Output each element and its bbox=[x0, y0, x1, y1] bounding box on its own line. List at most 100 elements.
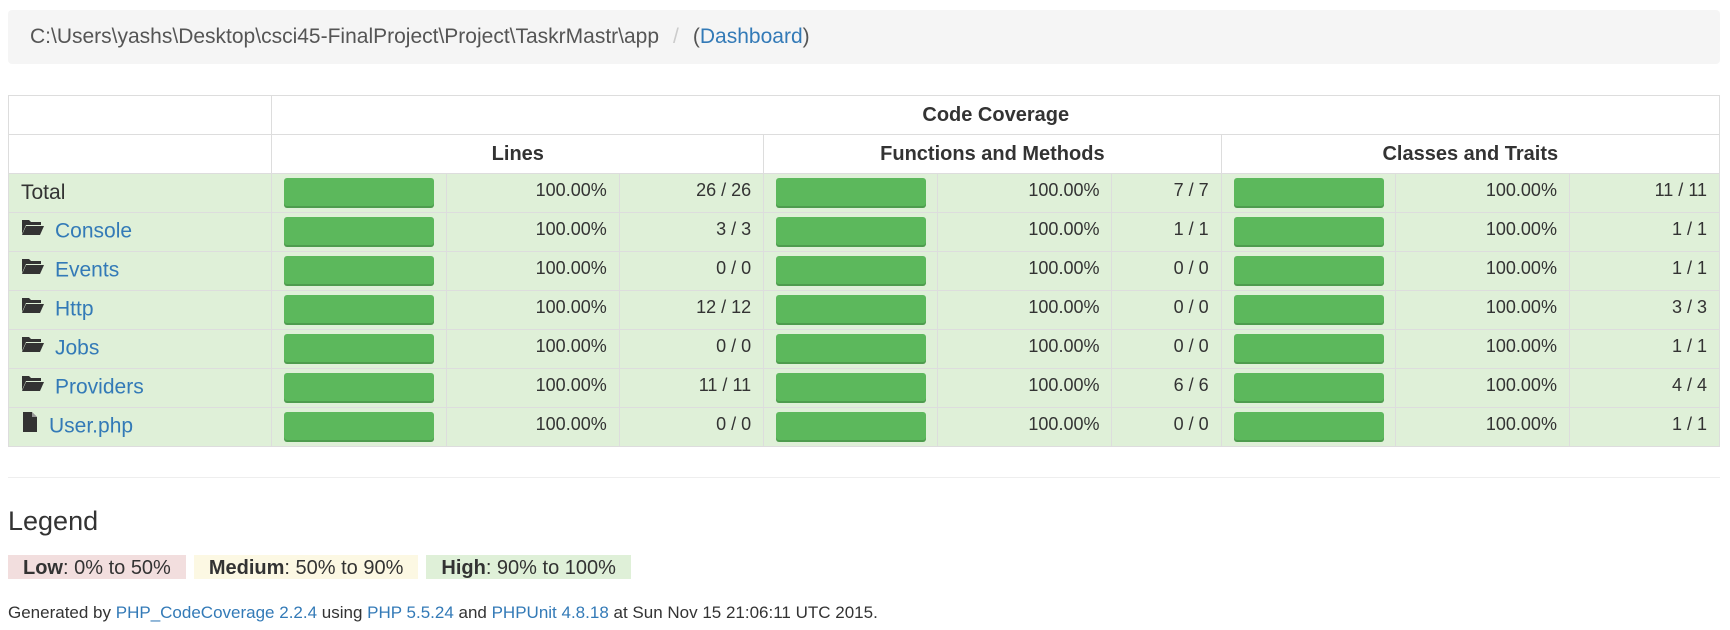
functions-percent-cell: 100.00% bbox=[937, 251, 1113, 291]
row-link[interactable]: Http bbox=[55, 298, 94, 321]
functions-progress-bar bbox=[776, 334, 927, 364]
functions-bar-cell bbox=[763, 290, 939, 330]
legend-high-label: High bbox=[441, 557, 486, 579]
header-empty-cell bbox=[7, 134, 273, 174]
classes-percent: 100.00% bbox=[1485, 374, 1557, 395]
functions-ratio: 0 / 0 bbox=[1173, 296, 1209, 317]
lines-percent: 100.00% bbox=[535, 179, 607, 200]
functions-progress-bar bbox=[776, 256, 927, 286]
lines-percent-cell: 100.00% bbox=[445, 407, 620, 447]
table-row: Total 100.00% 26 / 26 100.00% 7 / 7 100.00% 11… bbox=[7, 173, 1721, 213]
classes-ratio: 1 / 1 bbox=[1671, 257, 1707, 278]
functions-ratio-cell: 0 / 0 bbox=[1111, 251, 1222, 291]
classes-bar-cell bbox=[1220, 251, 1396, 291]
row-link[interactable]: User.php bbox=[49, 415, 133, 438]
coverage-table-body: Total 100.00% 26 / 26 100.00% 7 / 7 100.00% 11… bbox=[7, 173, 1721, 447]
lines-percent-cell: 100.00% bbox=[445, 173, 620, 213]
table-row: Jobs 100.00% 0 / 0 100.00% 0 / 0 100.00% 1 / 1 bbox=[7, 329, 1721, 369]
php-version-link[interactable]: PHP 5.5.24 bbox=[367, 603, 454, 622]
legend-medium: Medium: 50% to 90% bbox=[193, 555, 419, 579]
row-link[interactable]: Providers bbox=[55, 376, 144, 399]
legend-low: Low: 0% to 50% bbox=[8, 555, 186, 579]
breadcrumb: C:\Users\yashs\Desktop\csci45-FinalProje… bbox=[8, 10, 1720, 64]
classes-ratio-cell: 1 / 1 bbox=[1568, 251, 1721, 291]
folder-open-icon bbox=[21, 256, 45, 282]
functions-ratio-cell: 0 / 0 bbox=[1111, 407, 1222, 447]
lines-ratio-cell: 0 / 0 bbox=[618, 251, 765, 291]
lines-bar-cell bbox=[271, 173, 447, 213]
functions-progress-bar bbox=[776, 217, 927, 247]
lines-bar-cell bbox=[271, 329, 447, 369]
header-row-top: Code Coverage bbox=[7, 95, 1720, 135]
legend-low-label: Low bbox=[23, 557, 63, 579]
header-classes-traits: Classes and Traits bbox=[1220, 134, 1721, 174]
lines-percent-cell: 100.00% bbox=[445, 212, 620, 252]
lines-progress-bar bbox=[284, 334, 435, 364]
folder-open-icon bbox=[21, 295, 45, 321]
php-codecoverage-link[interactable]: PHP_CodeCoverage 2.2.4 bbox=[116, 603, 317, 622]
functions-percent: 100.00% bbox=[1028, 218, 1100, 239]
legend: Low: 0% to 50% Medium: 50% to 90% High: … bbox=[8, 555, 631, 579]
classes-percent: 100.00% bbox=[1485, 179, 1557, 200]
legend-low-range: : 0% to 50% bbox=[63, 557, 171, 579]
functions-ratio: 0 / 0 bbox=[1173, 335, 1209, 356]
classes-percent-cell: 100.00% bbox=[1394, 329, 1570, 369]
legend-medium-label: Medium bbox=[208, 557, 285, 579]
legend-high: High: 90% to 100% bbox=[426, 555, 631, 579]
classes-percent-cell: 100.00% bbox=[1394, 212, 1570, 252]
table-row: Providers 100.00% 11 / 11 100.00% 6 / 6 100.0… bbox=[7, 368, 1721, 408]
table-row: Http 100.00% 12 / 12 100.00% 0 / 0 100.00% 3 /… bbox=[7, 290, 1721, 330]
lines-bar-cell bbox=[271, 290, 447, 330]
row-link[interactable]: Jobs bbox=[55, 337, 99, 360]
functions-percent: 100.00% bbox=[1028, 335, 1100, 356]
legend-high-range: : 90% to 100% bbox=[485, 557, 616, 579]
footer-prefix: Generated by bbox=[8, 603, 116, 622]
footer: Generated by PHP_CodeCoverage 2.2.4 usin… bbox=[8, 603, 878, 623]
breadcrumb-separator: / bbox=[673, 25, 679, 48]
classes-bar-cell bbox=[1220, 329, 1396, 369]
functions-percent: 100.00% bbox=[1028, 413, 1100, 434]
coverage-table: Code Coverage Lines Functions and Method… bbox=[7, 95, 1721, 447]
header-functions-methods: Functions and Methods bbox=[763, 134, 1222, 174]
functions-bar-cell bbox=[763, 329, 939, 369]
functions-percent-cell: 100.00% bbox=[937, 407, 1113, 447]
classes-percent: 100.00% bbox=[1485, 218, 1557, 239]
lines-bar-cell bbox=[271, 212, 447, 252]
lines-ratio: 0 / 0 bbox=[716, 413, 752, 434]
coverage-page: C:\Users\yashs\Desktop\csci45-FinalProje… bbox=[0, 0, 1730, 630]
row-name-cell: User.php bbox=[7, 407, 273, 447]
legend-title: Legend bbox=[8, 506, 99, 536]
breadcrumb-close-paren: ) bbox=[802, 25, 810, 48]
folder-open-icon bbox=[21, 334, 45, 360]
table-row: User.php 100.00% 0 / 0 100.00% 0 / 0 100.00% 1… bbox=[7, 407, 1721, 447]
row-link[interactable]: Console bbox=[55, 220, 132, 243]
functions-percent: 100.00% bbox=[1028, 374, 1100, 395]
classes-progress-bar bbox=[1233, 256, 1384, 286]
row-name-cell: Total bbox=[7, 173, 273, 213]
phpunit-link[interactable]: PHPUnit 4.8.18 bbox=[492, 603, 609, 622]
lines-ratio: 0 / 0 bbox=[716, 257, 752, 278]
classes-progress-bar bbox=[1233, 334, 1384, 364]
lines-progress-bar bbox=[284, 256, 435, 286]
functions-percent: 100.00% bbox=[1028, 296, 1100, 317]
lines-ratio-cell: 12 / 12 bbox=[618, 290, 765, 330]
classes-ratio-cell: 1 / 1 bbox=[1568, 329, 1721, 369]
file-icon bbox=[21, 411, 39, 439]
classes-ratio-cell: 1 / 1 bbox=[1568, 212, 1721, 252]
row-link[interactable]: Events bbox=[55, 259, 119, 282]
classes-ratio-cell: 4 / 4 bbox=[1568, 368, 1721, 408]
functions-percent: 100.00% bbox=[1028, 257, 1100, 278]
functions-bar-cell bbox=[763, 212, 939, 252]
classes-progress-bar bbox=[1233, 217, 1384, 247]
header-empty-cell bbox=[7, 95, 273, 135]
lines-percent: 100.00% bbox=[535, 296, 607, 317]
classes-bar-cell bbox=[1220, 407, 1396, 447]
functions-percent-cell: 100.00% bbox=[937, 212, 1113, 252]
classes-percent: 100.00% bbox=[1485, 257, 1557, 278]
lines-percent: 100.00% bbox=[535, 374, 607, 395]
lines-percent-cell: 100.00% bbox=[445, 290, 620, 330]
classes-ratio-cell: 1 / 1 bbox=[1568, 407, 1721, 447]
functions-progress-bar bbox=[776, 178, 927, 208]
table-row: Console 100.00% 3 / 3 100.00% 1 / 1 100.00% 1 … bbox=[7, 212, 1721, 252]
dashboard-link[interactable]: Dashboard bbox=[700, 25, 803, 49]
